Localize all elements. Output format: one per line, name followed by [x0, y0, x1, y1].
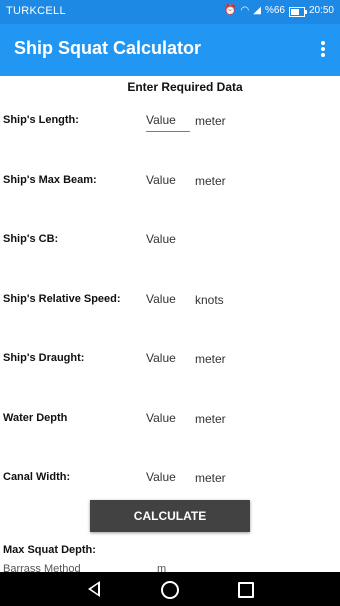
wifi-icon: ◠	[240, 5, 250, 16]
status-icons: ⏰ ◠ ◢ %66 20:50	[224, 4, 334, 18]
carrier-name: TURKCELL	[6, 5, 66, 17]
back-icon[interactable]	[88, 581, 100, 597]
ship-length-row: Ship's Length: Value meter	[0, 110, 340, 134]
ship-max-beam-label: Ship's Max Beam:	[3, 174, 97, 186]
ship-cb-input[interactable]: Value	[146, 229, 190, 251]
ship-max-beam-unit: meter	[195, 174, 226, 188]
ship-draught-unit: meter	[195, 352, 226, 366]
ship-speed-row: Ship's Relative Speed: Value knots	[0, 289, 340, 313]
canal-width-input[interactable]: Value	[146, 467, 190, 489]
status-bar: TURKCELL ⏰ ◠ ◢ %66 20:50	[0, 0, 340, 24]
signal-icon: ◢	[253, 5, 261, 16]
ship-draught-input[interactable]: Value	[146, 348, 190, 370]
ship-max-beam-input[interactable]: Value	[146, 170, 190, 192]
canal-width-row: Canal Width: Value meter	[0, 467, 340, 491]
canal-width-unit: meter	[195, 471, 226, 485]
ship-draught-row: Ship's Draught: Value meter	[0, 348, 340, 372]
ship-cb-row: Ship's CB: Value	[0, 229, 340, 253]
canal-width-label: Canal Width:	[3, 471, 71, 483]
recents-icon[interactable]	[238, 582, 254, 598]
form-heading: Enter Required Data	[127, 80, 243, 94]
ship-draught-label: Ship's Draught:	[3, 352, 85, 364]
ship-length-label: Ship's Length:	[3, 114, 79, 126]
ship-max-beam-row: Ship's Max Beam: Value meter	[0, 170, 340, 194]
ship-speed-label: Ship's Relative Speed:	[3, 293, 121, 305]
app-bar: Ship Squat Calculator	[0, 24, 340, 76]
ship-speed-input[interactable]: Value	[146, 289, 190, 311]
clock: 20:50	[308, 5, 334, 16]
app-title: Ship Squat Calculator	[14, 38, 202, 58]
battery-icon	[288, 6, 307, 17]
navigation-bar	[0, 572, 340, 606]
ship-speed-unit: knots	[195, 293, 224, 307]
home-icon[interactable]	[161, 581, 179, 599]
battery-percent: %66	[264, 5, 285, 16]
overflow-menu-icon[interactable]	[318, 39, 328, 59]
ship-cb-label: Ship's CB:	[3, 233, 59, 245]
ship-length-input[interactable]: Value	[146, 110, 190, 132]
water-depth-unit: meter	[195, 412, 226, 426]
ship-length-unit: meter	[195, 114, 226, 128]
water-depth-label: Water Depth	[3, 412, 68, 424]
water-depth-input[interactable]: Value	[146, 408, 190, 430]
alarm-icon: ⏰	[224, 5, 237, 16]
water-depth-row: Water Depth Value meter	[0, 408, 340, 432]
max-squat-label: Max Squat Depth:	[3, 544, 96, 556]
calculate-button[interactable]: CALCULATE	[90, 500, 250, 532]
